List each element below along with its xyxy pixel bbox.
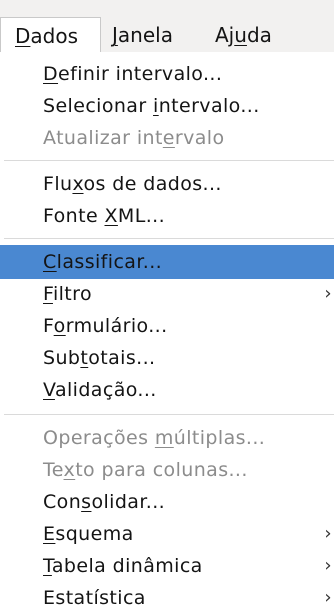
menubar-item-dados-text-rest: ados (30, 24, 79, 48)
menu-item-classificar[interactable]: Classificar... (0, 245, 334, 279)
menu-item-label: Filtro (43, 283, 92, 305)
menu-item-label: Atualizar intervalo (43, 127, 225, 149)
menubar-item-ajuda[interactable]: Ajuda (211, 17, 272, 53)
menu-item-formulario[interactable]: Formulário... (0, 310, 334, 342)
menu-item-selecionar-intervalo[interactable]: Selecionar intervalo... (0, 90, 334, 122)
menubar-item-janela[interactable]: Janela (108, 17, 173, 53)
submenu-arrow-icon: › (324, 587, 332, 608)
menubar-item-ajuda-text: Aj (215, 23, 235, 47)
menubar-item-ajuda-mnemonic: u (234, 23, 247, 47)
menu-item-filtro[interactable]: Filtro › (0, 278, 334, 310)
menu-item-tabela-dinamica[interactable]: Tabela dinâmica › (0, 550, 334, 582)
menu-separator (4, 238, 334, 239)
menu-bar: Dados Janela Ajuda (0, 0, 334, 54)
menubar-item-ajuda-text-rest: da (246, 23, 272, 47)
menu-item-label: Fluxos de dados... (43, 173, 222, 195)
menu-item-fonte-xml[interactable]: Fonte XML... (0, 200, 334, 232)
menu-item-label: Tabela dinâmica (43, 555, 203, 577)
menu-item-label: Operações múltiplas... (43, 427, 266, 449)
menu-item-fluxos-de-dados[interactable]: Fluxos de dados... (0, 168, 334, 200)
menu-separator (4, 160, 334, 161)
menu-item-label: Subtotais... (43, 347, 156, 369)
menu-item-label: Selecionar intervalo... (43, 95, 260, 117)
menu-item-label: Texto para colunas... (43, 459, 248, 481)
menu-item-label: Definir intervalo... (43, 63, 223, 85)
menu-item-label: Fonte XML... (43, 205, 166, 227)
menu-item-consolidar[interactable]: Consolidar... (0, 486, 334, 518)
submenu-arrow-icon: › (324, 283, 332, 304)
menu-item-subtotais[interactable]: Subtotais... (0, 342, 334, 374)
menu-item-atualizar-intervalo: Atualizar intervalo (0, 122, 334, 154)
menu-item-label: Consolidar... (43, 491, 166, 513)
menu-item-definir-intervalo[interactable]: Definir intervalo... (0, 58, 334, 90)
menubar-item-dados[interactable]: Dados (0, 17, 101, 54)
menu-separator (4, 414, 334, 415)
menu-item-label: Formulário... (43, 315, 168, 337)
menu-item-texto-para-colunas: Texto para colunas... (0, 454, 334, 486)
menubar-item-janela-text-rest: anela (117, 23, 173, 47)
menu-item-label: Esquema (43, 523, 134, 545)
menubar-item-dados-mnemonic: D (15, 24, 31, 48)
menu-item-label: Validação... (43, 379, 157, 401)
menu-item-estatistica[interactable]: Estatística › (0, 582, 334, 614)
dados-dropdown-menu: Definir intervalo... Selecionar interval… (0, 52, 334, 611)
menu-item-label: Estatística (43, 587, 146, 609)
menu-item-label: Classificar... (43, 251, 163, 273)
menu-item-operacoes-multiplas: Operações múltiplas... (0, 422, 334, 454)
menu-item-esquema[interactable]: Esquema › (0, 518, 334, 550)
submenu-arrow-icon: › (324, 523, 332, 544)
submenu-arrow-icon: › (324, 555, 332, 576)
menu-item-validacao[interactable]: Validação... (0, 374, 334, 406)
